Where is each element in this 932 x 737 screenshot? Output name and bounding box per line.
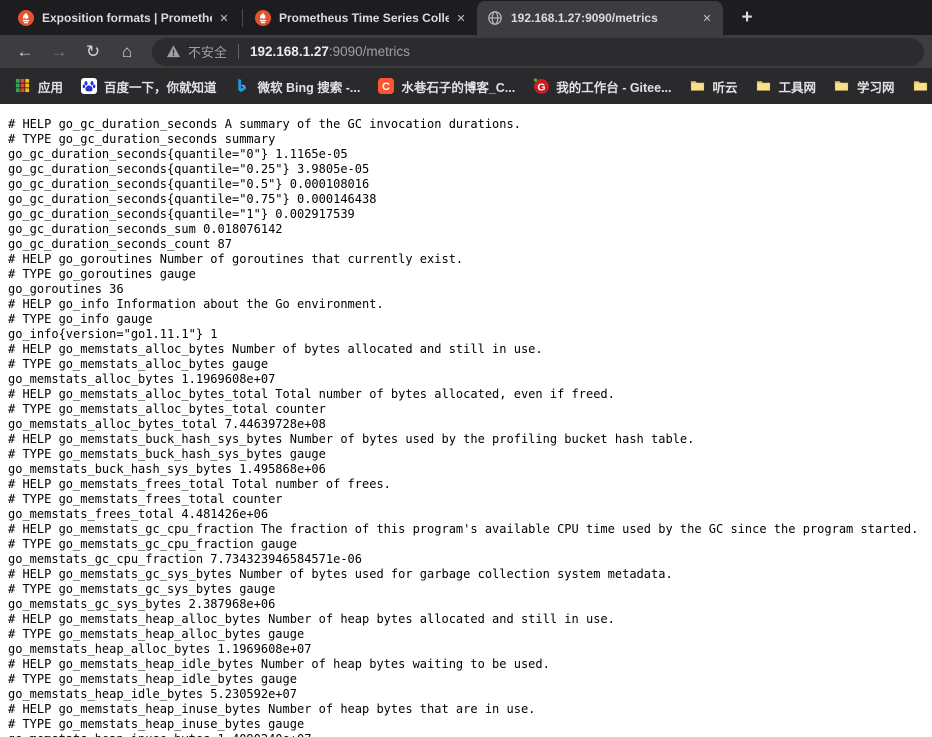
tab-separator [242, 9, 243, 27]
close-icon[interactable]: ✕ [453, 10, 469, 26]
baidu-icon [81, 78, 98, 94]
prometheus-icon [255, 10, 271, 26]
reload-icon[interactable]: ↻ [80, 39, 106, 65]
bing-icon [235, 78, 251, 94]
url-path: :9090/metrics [328, 44, 410, 59]
bookmark-folder-personal[interactable]: 个人 [904, 73, 932, 99]
bookmark-folder-study[interactable]: 学习网 [825, 73, 904, 99]
tab-title: Exposition formats | Promethe [42, 11, 212, 25]
bookmark-label: 我的工作台 - Gitee... [556, 80, 672, 95]
tab-prometheus-docs[interactable]: Prometheus Time Series Colle ✕ [245, 1, 477, 35]
tab-strip: Exposition formats | Promethe ✕ Promethe… [0, 0, 932, 35]
metrics-text: # HELP go_gc_duration_seconds A summary … [8, 117, 919, 737]
svg-text:C: C [382, 81, 390, 93]
warning-icon [166, 44, 181, 59]
svg-text:G: G [538, 81, 546, 93]
forward-icon[interactable]: → [46, 39, 72, 65]
bookmark-label: 百度一下，你就知道 [104, 80, 217, 95]
tab-metrics-active[interactable]: 192.168.1.27:9090/metrics ✕ [477, 1, 723, 35]
home-icon[interactable]: ⌂ [114, 39, 140, 65]
bookmark-label: 应用 [38, 80, 64, 95]
bookmark-label: 微软 Bing 搜索 -... [257, 80, 361, 95]
bookmark-folder-tingyun[interactable]: 听云 [681, 73, 747, 99]
folder-icon [756, 78, 772, 94]
bookmark-label: 学习网 [857, 80, 895, 95]
bookmark-folder-tools[interactable]: 工具网 [747, 73, 826, 99]
tab-title: 192.168.1.27:9090/metrics [511, 11, 658, 25]
address-bar[interactable]: 不安全 192.168.1.27:9090/metrics [152, 37, 924, 66]
bookmark-apps[interactable]: 应用 [6, 73, 72, 99]
url-text[interactable]: 192.168.1.27:9090/metrics [250, 44, 410, 59]
bookmark-bing[interactable]: 微软 Bing 搜索 -... [226, 73, 370, 99]
bookmark-csdn[interactable]: C 水巷石子的博客_C... [369, 73, 524, 99]
folder-icon [834, 78, 850, 94]
bookmark-baidu[interactable]: 百度一下，你就知道 [72, 73, 226, 99]
new-tab-button[interactable]: + [733, 4, 761, 32]
apps-grid-icon [15, 78, 31, 94]
folder-icon [690, 78, 706, 94]
bookmark-label: 工具网 [778, 80, 817, 95]
csdn-icon: C [378, 78, 395, 94]
prometheus-icon [18, 10, 34, 26]
tab-title: Prometheus Time Series Colle [279, 11, 449, 25]
omnibox-divider [238, 44, 240, 59]
bookmark-label: 水巷石子的博客_C... [401, 80, 516, 95]
security-label[interactable]: 不安全 [188, 42, 227, 61]
toolbar: ← → ↻ ⌂ 不安全 192.168.1.27:9090/metrics [0, 35, 932, 68]
tab-exposition-formats[interactable]: Exposition formats | Promethe ✕ [8, 1, 240, 35]
url-host: 192.168.1.27 [250, 44, 329, 59]
gitee-icon: G [533, 78, 550, 94]
close-icon[interactable]: ✕ [699, 10, 715, 26]
bookmark-label: 听云 [712, 80, 738, 95]
back-icon[interactable]: ← [12, 39, 38, 65]
close-icon[interactable]: ✕ [216, 10, 232, 26]
page-content[interactable]: # HELP go_gc_duration_seconds A summary … [0, 104, 932, 737]
bookmarks-bar: 应用 百度一下，你就知道 微软 Bing 搜索 -... C 水巷石子的博客_C… [0, 68, 932, 104]
folder-icon [913, 78, 929, 94]
globe-icon [487, 10, 503, 26]
bookmark-gitee[interactable]: G 我的工作台 - Gitee... [524, 73, 680, 99]
